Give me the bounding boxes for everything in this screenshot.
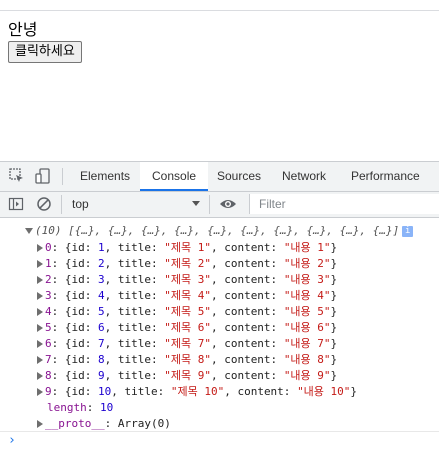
array-item-row[interactable]: 3: {id: 4, title: "제목 4", content: "내용 4… (37, 288, 337, 304)
info-icon[interactable]: i (402, 225, 414, 237)
array-item-row[interactable]: 1: {id: 2, title: "제목 2", content: "내용 2… (37, 256, 337, 272)
tab-console[interactable]: Console (140, 162, 209, 191)
console-output: (10) [{…}, {…}, {…}, {…}, {…}, {…}, {…},… (0, 219, 439, 454)
expand-right-icon[interactable] (37, 388, 43, 396)
tabbar-separator (62, 168, 63, 185)
array-item-row[interactable]: 5: {id: 6, title: "제목 6", content: "내용 6… (37, 320, 337, 336)
device-toggle-icon[interactable] (35, 168, 51, 184)
expand-right-icon[interactable] (37, 308, 43, 316)
tab-elements[interactable]: Elements (80, 162, 130, 191)
tab-network[interactable]: Network (282, 162, 326, 191)
toolbar-separator (209, 195, 210, 214)
expand-right-icon[interactable] (37, 372, 43, 380)
expand-right-icon[interactable] (37, 292, 43, 300)
devtools-tabbar: Elements Console Sources Network Perform… (0, 162, 439, 192)
page-content: 안녕 클릭하세요 (0, 0, 439, 161)
top-divider (0, 10, 439, 11)
devtools-panel: Elements Console Sources Network Perform… (0, 161, 439, 454)
click-button[interactable]: 클릭하세요 (8, 41, 82, 63)
array-item-row[interactable]: 9: {id: 10, title: "제목 10", content: "내용… (37, 384, 357, 400)
sidebar-toggle-icon[interactable] (8, 196, 24, 212)
expand-right-icon[interactable] (37, 356, 43, 364)
array-item-row[interactable]: 6: {id: 7, title: "제목 7", content: "내용 7… (37, 336, 337, 352)
expand-right-icon[interactable] (37, 276, 43, 284)
expand-right-icon[interactable] (37, 420, 43, 428)
expand-right-icon[interactable] (37, 340, 43, 348)
array-item-row[interactable]: 2: {id: 3, title: "제목 3", content: "내용 3… (37, 272, 337, 288)
inspect-element-icon[interactable] (9, 168, 25, 184)
proto-row[interactable]: __proto__: Array(0) (37, 416, 171, 432)
chevron-down-icon (192, 201, 200, 206)
expand-down-icon[interactable] (25, 228, 33, 234)
greeting-text: 안녕 (8, 20, 38, 39)
expand-right-icon[interactable] (37, 324, 43, 332)
toolbar-separator (61, 195, 62, 214)
eye-icon[interactable] (219, 196, 236, 212)
tab-sources[interactable]: Sources (217, 162, 261, 191)
console-toolbar: top Filter (0, 192, 439, 218)
prompt-divider (0, 431, 439, 432)
array-item-row[interactable]: 4: {id: 5, title: "제목 5", content: "내용 5… (37, 304, 337, 320)
array-item-row[interactable]: 7: {id: 8, title: "제목 8", content: "내용 8… (37, 352, 337, 368)
context-value: top (72, 197, 89, 211)
context-selector[interactable]: top (66, 194, 204, 214)
expand-right-icon[interactable] (37, 260, 43, 268)
clear-console-icon[interactable] (36, 196, 52, 212)
expand-right-icon[interactable] (37, 244, 43, 252)
array-summary-row[interactable]: (10) [{…}, {…}, {…}, {…}, {…}, {…}, {…},… (25, 223, 414, 239)
filter-input[interactable]: Filter (249, 194, 439, 214)
array-item-row[interactable]: 0: {id: 1, title: "제목 1", content: "내용 1… (37, 240, 337, 256)
length-row: length: 10 (47, 401, 114, 414)
tab-performance[interactable]: Performance (351, 162, 420, 191)
console-prompt[interactable]: › (8, 433, 16, 448)
array-item-row[interactable]: 8: {id: 9, title: "제목 9", content: "내용 9… (37, 368, 337, 384)
